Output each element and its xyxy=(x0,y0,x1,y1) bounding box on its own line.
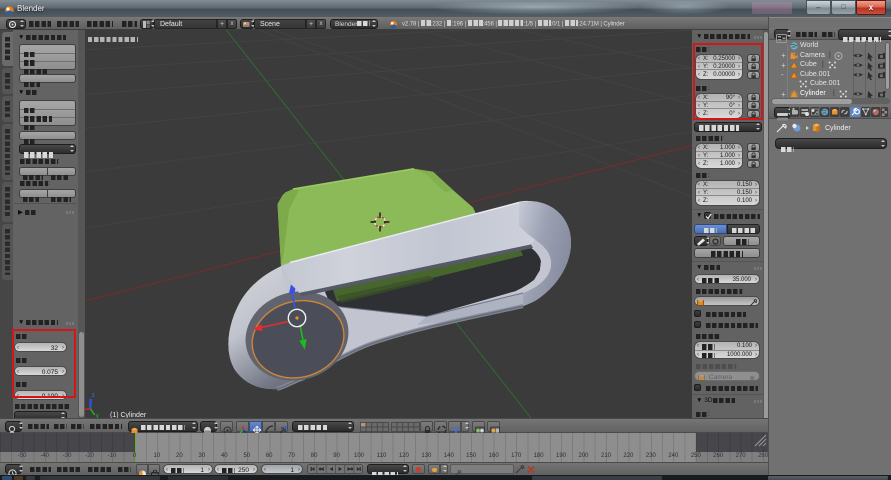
svg-text:z: z xyxy=(92,393,95,399)
